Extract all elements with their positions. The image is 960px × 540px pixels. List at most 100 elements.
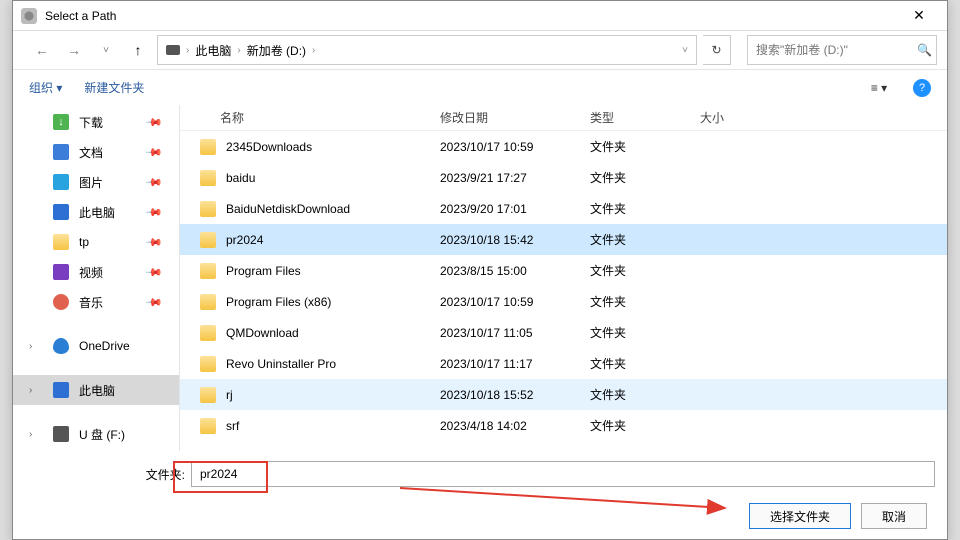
file-row[interactable]: rj2023/10/18 15:52文件夹: [180, 379, 947, 410]
file-date: 2023/8/15 15:00: [440, 264, 590, 278]
sidebar-item-3[interactable]: 此电脑 📌: [13, 197, 179, 227]
file-type: 文件夹: [590, 355, 700, 372]
organize-button[interactable]: 组织 ▾: [29, 79, 62, 96]
file-row[interactable]: srf2023/4/18 14:02文件夹: [180, 410, 947, 441]
close-icon[interactable]: ✕: [899, 2, 939, 30]
header-size[interactable]: 大小: [700, 109, 780, 126]
address-bar[interactable]: › 此电脑 › 新加卷 (D:) › ˅: [157, 35, 697, 65]
cancel-button[interactable]: 取消: [861, 503, 927, 529]
file-date: 2023/4/18 14:02: [440, 419, 590, 433]
file-name: srf: [226, 419, 440, 433]
help-icon[interactable]: ?: [913, 79, 931, 97]
sidebar-item-1[interactable]: 文档 📌: [13, 137, 179, 167]
view-button[interactable]: ≡ ▾: [867, 76, 891, 100]
img-icon: [53, 174, 69, 190]
file-row[interactable]: 2345Downloads2023/10/17 10:59文件夹: [180, 131, 947, 162]
file-type: 文件夹: [590, 262, 700, 279]
sidebar-item-label: 文档: [79, 144, 103, 161]
folder-icon: [200, 201, 216, 217]
refresh-button[interactable]: ↻: [703, 35, 731, 65]
sidebar-item-4[interactable]: tp📌: [13, 227, 179, 257]
file-row[interactable]: baidu2023/9/21 17:27文件夹: [180, 162, 947, 193]
file-row[interactable]: pr20242023/10/18 15:42文件夹: [180, 224, 947, 255]
sidebar-item-label: 此电脑: [79, 204, 115, 221]
file-row[interactable]: Program Files2023/8/15 15:00文件夹: [180, 255, 947, 286]
file-date: 2023/10/17 10:59: [440, 140, 590, 154]
file-name: baidu: [226, 171, 440, 185]
breadcrumb-root[interactable]: 此电脑: [195, 42, 231, 59]
cloud-icon: [53, 338, 69, 354]
folder-icon: [200, 170, 216, 186]
chevron-right-icon: ›: [29, 341, 32, 352]
toolbar: 组织 ▾ 新建文件夹 ≡ ▾ ?: [13, 69, 947, 105]
file-date: 2023/10/17 11:05: [440, 326, 590, 340]
file-date: 2023/9/21 17:27: [440, 171, 590, 185]
file-header: 名称 修改日期 类型 大小: [180, 105, 947, 131]
folder-icon: [200, 139, 216, 155]
pc-icon: [53, 382, 69, 398]
navbar: ← → ˅ ↑ › 此电脑 › 新加卷 (D:) › ˅ ↻ 🔍: [13, 31, 947, 69]
file-row[interactable]: QMDownload2023/10/17 11:05文件夹: [180, 317, 947, 348]
search-input[interactable]: [756, 43, 911, 57]
sidebar-item-label: 图片: [79, 174, 103, 191]
folder-icon: [53, 234, 69, 250]
chevron-right-icon: ›: [29, 429, 32, 440]
pin-icon: 📌: [145, 173, 164, 192]
pin-icon: 📌: [145, 293, 164, 312]
folder-icon: [200, 325, 216, 341]
back-button[interactable]: ←: [29, 37, 55, 63]
sidebar-item-8[interactable]: ›此电脑: [13, 375, 179, 405]
pc-icon: [53, 204, 69, 220]
sidebar-item-label: 此电脑: [79, 382, 115, 399]
header-date[interactable]: 修改日期: [440, 109, 590, 126]
sidebar-item-0[interactable]: 下载📌: [13, 107, 179, 137]
folder-icon: [200, 356, 216, 372]
sidebar-item-6[interactable]: 音乐 📌: [13, 287, 179, 317]
search-box[interactable]: 🔍: [747, 35, 937, 65]
content: 下载📌文档📌图片📌此电脑📌tp📌视频📌音乐📌›OneDrive›此电脑›U 盘 …: [13, 105, 947, 451]
folder-icon: [200, 263, 216, 279]
file-row[interactable]: Revo Uninstaller Pro2023/10/17 11:17文件夹: [180, 348, 947, 379]
file-type: 文件夹: [590, 386, 700, 403]
chevron-down-icon[interactable]: ˅: [682, 45, 688, 56]
file-type: 文件夹: [590, 138, 700, 155]
sidebar-item-2[interactable]: 图片 📌: [13, 167, 179, 197]
new-folder-button[interactable]: 新建文件夹: [84, 79, 144, 96]
header-type[interactable]: 类型: [590, 109, 700, 126]
sidebar-item-label: 视频: [79, 264, 103, 281]
vid-icon: [53, 264, 69, 280]
sidebar-item-label: 音乐: [79, 294, 103, 311]
chevron-right-icon: ›: [237, 45, 240, 56]
file-date: 2023/10/18 15:52: [440, 388, 590, 402]
header-name[interactable]: 名称: [180, 109, 440, 126]
pin-icon: 📌: [145, 203, 164, 222]
folder-input[interactable]: [191, 461, 935, 487]
file-dialog: Select a Path ✕ ← → ˅ ↑ › 此电脑 › 新加卷 (D:)…: [12, 0, 948, 540]
select-folder-button[interactable]: 选择文件夹: [749, 503, 851, 529]
file-type: 文件夹: [590, 231, 700, 248]
usb-icon: [53, 426, 69, 442]
pin-icon: 📌: [145, 143, 164, 162]
file-name: Revo Uninstaller Pro: [226, 357, 440, 371]
dialog-buttons: 选择文件夹 取消: [25, 489, 935, 529]
folder-icon: [200, 232, 216, 248]
app-icon: [21, 8, 37, 24]
sidebar-item-5[interactable]: 视频 📌: [13, 257, 179, 287]
file-row[interactable]: BaiduNetdiskDownload2023/9/20 17:01文件夹: [180, 193, 947, 224]
sidebar-item-7[interactable]: ›OneDrive: [13, 331, 179, 361]
file-rows: 2345Downloads2023/10/17 10:59文件夹baidu202…: [180, 131, 947, 441]
file-name: Program Files: [226, 264, 440, 278]
up-button[interactable]: ↑: [125, 37, 151, 63]
sidebar-item-9[interactable]: ›U 盘 (F:): [13, 419, 179, 449]
file-row[interactable]: Program Files (x86)2023/10/17 10:59文件夹: [180, 286, 947, 317]
breadcrumb-drive[interactable]: 新加卷 (D:): [247, 42, 306, 59]
recent-button[interactable]: ˅: [93, 37, 119, 63]
pin-icon: 📌: [145, 233, 164, 252]
footer: 文件夹: 选择文件夹 取消: [13, 451, 947, 529]
pin-icon: 📌: [145, 263, 164, 282]
file-type: 文件夹: [590, 293, 700, 310]
titlebar: Select a Path ✕: [13, 1, 947, 31]
forward-button[interactable]: →: [61, 37, 87, 63]
file-date: 2023/9/20 17:01: [440, 202, 590, 216]
window-title: Select a Path: [45, 9, 899, 23]
